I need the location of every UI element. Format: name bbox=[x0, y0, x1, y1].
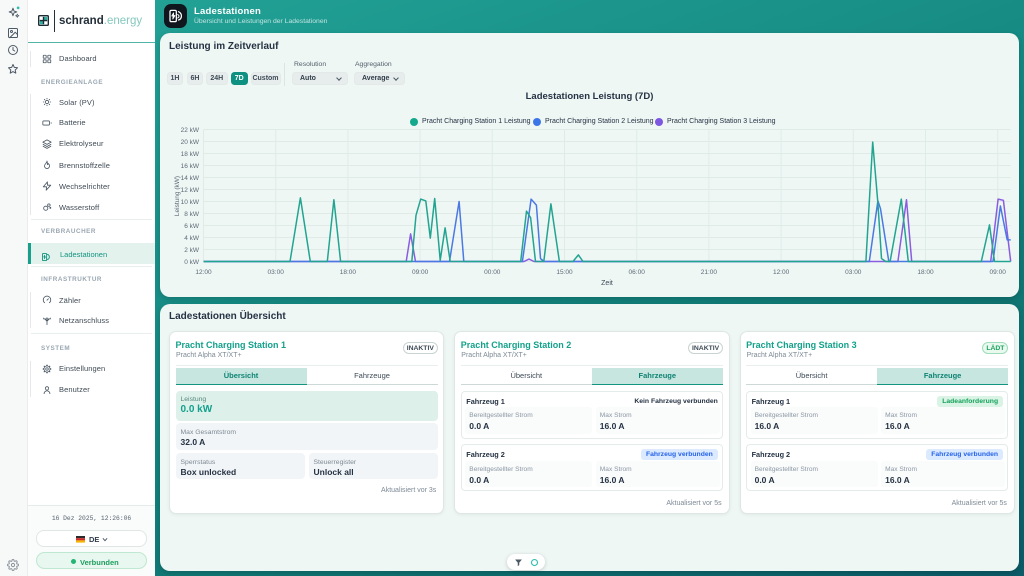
svg-text:10 kW: 10 kW bbox=[181, 199, 200, 206]
svg-text:22 kW: 22 kW bbox=[181, 127, 200, 134]
svg-text:12:00: 12:00 bbox=[773, 269, 790, 276]
svg-text:12:00: 12:00 bbox=[195, 269, 212, 276]
svg-text:2 kW: 2 kW bbox=[184, 247, 200, 254]
svg-text:12 kW: 12 kW bbox=[181, 187, 200, 194]
svg-text:21:00: 21:00 bbox=[701, 269, 718, 276]
svg-text:Zeit: Zeit bbox=[601, 280, 613, 287]
svg-text:03:00: 03:00 bbox=[268, 269, 285, 276]
svg-text:09:00: 09:00 bbox=[412, 269, 429, 276]
svg-text:09:00: 09:00 bbox=[990, 269, 1007, 276]
svg-text:16 kW: 16 kW bbox=[181, 163, 200, 170]
svg-text:Leistung (kW): Leistung (kW) bbox=[174, 176, 181, 216]
svg-text:03:00: 03:00 bbox=[845, 269, 862, 276]
svg-text:4 kW: 4 kW bbox=[184, 235, 200, 242]
svg-text:18:00: 18:00 bbox=[340, 269, 357, 276]
svg-text:0 kW: 0 kW bbox=[184, 259, 200, 266]
svg-text:8 kW: 8 kW bbox=[184, 211, 200, 218]
svg-text:6 kW: 6 kW bbox=[184, 223, 200, 230]
svg-text:14 kW: 14 kW bbox=[181, 175, 200, 182]
svg-text:18 kW: 18 kW bbox=[181, 151, 200, 158]
svg-text:00:00: 00:00 bbox=[484, 269, 501, 276]
svg-text:06:00: 06:00 bbox=[629, 269, 646, 276]
svg-text:18:00: 18:00 bbox=[917, 269, 934, 276]
svg-text:20 kW: 20 kW bbox=[181, 139, 200, 146]
svg-text:15:00: 15:00 bbox=[556, 269, 573, 276]
